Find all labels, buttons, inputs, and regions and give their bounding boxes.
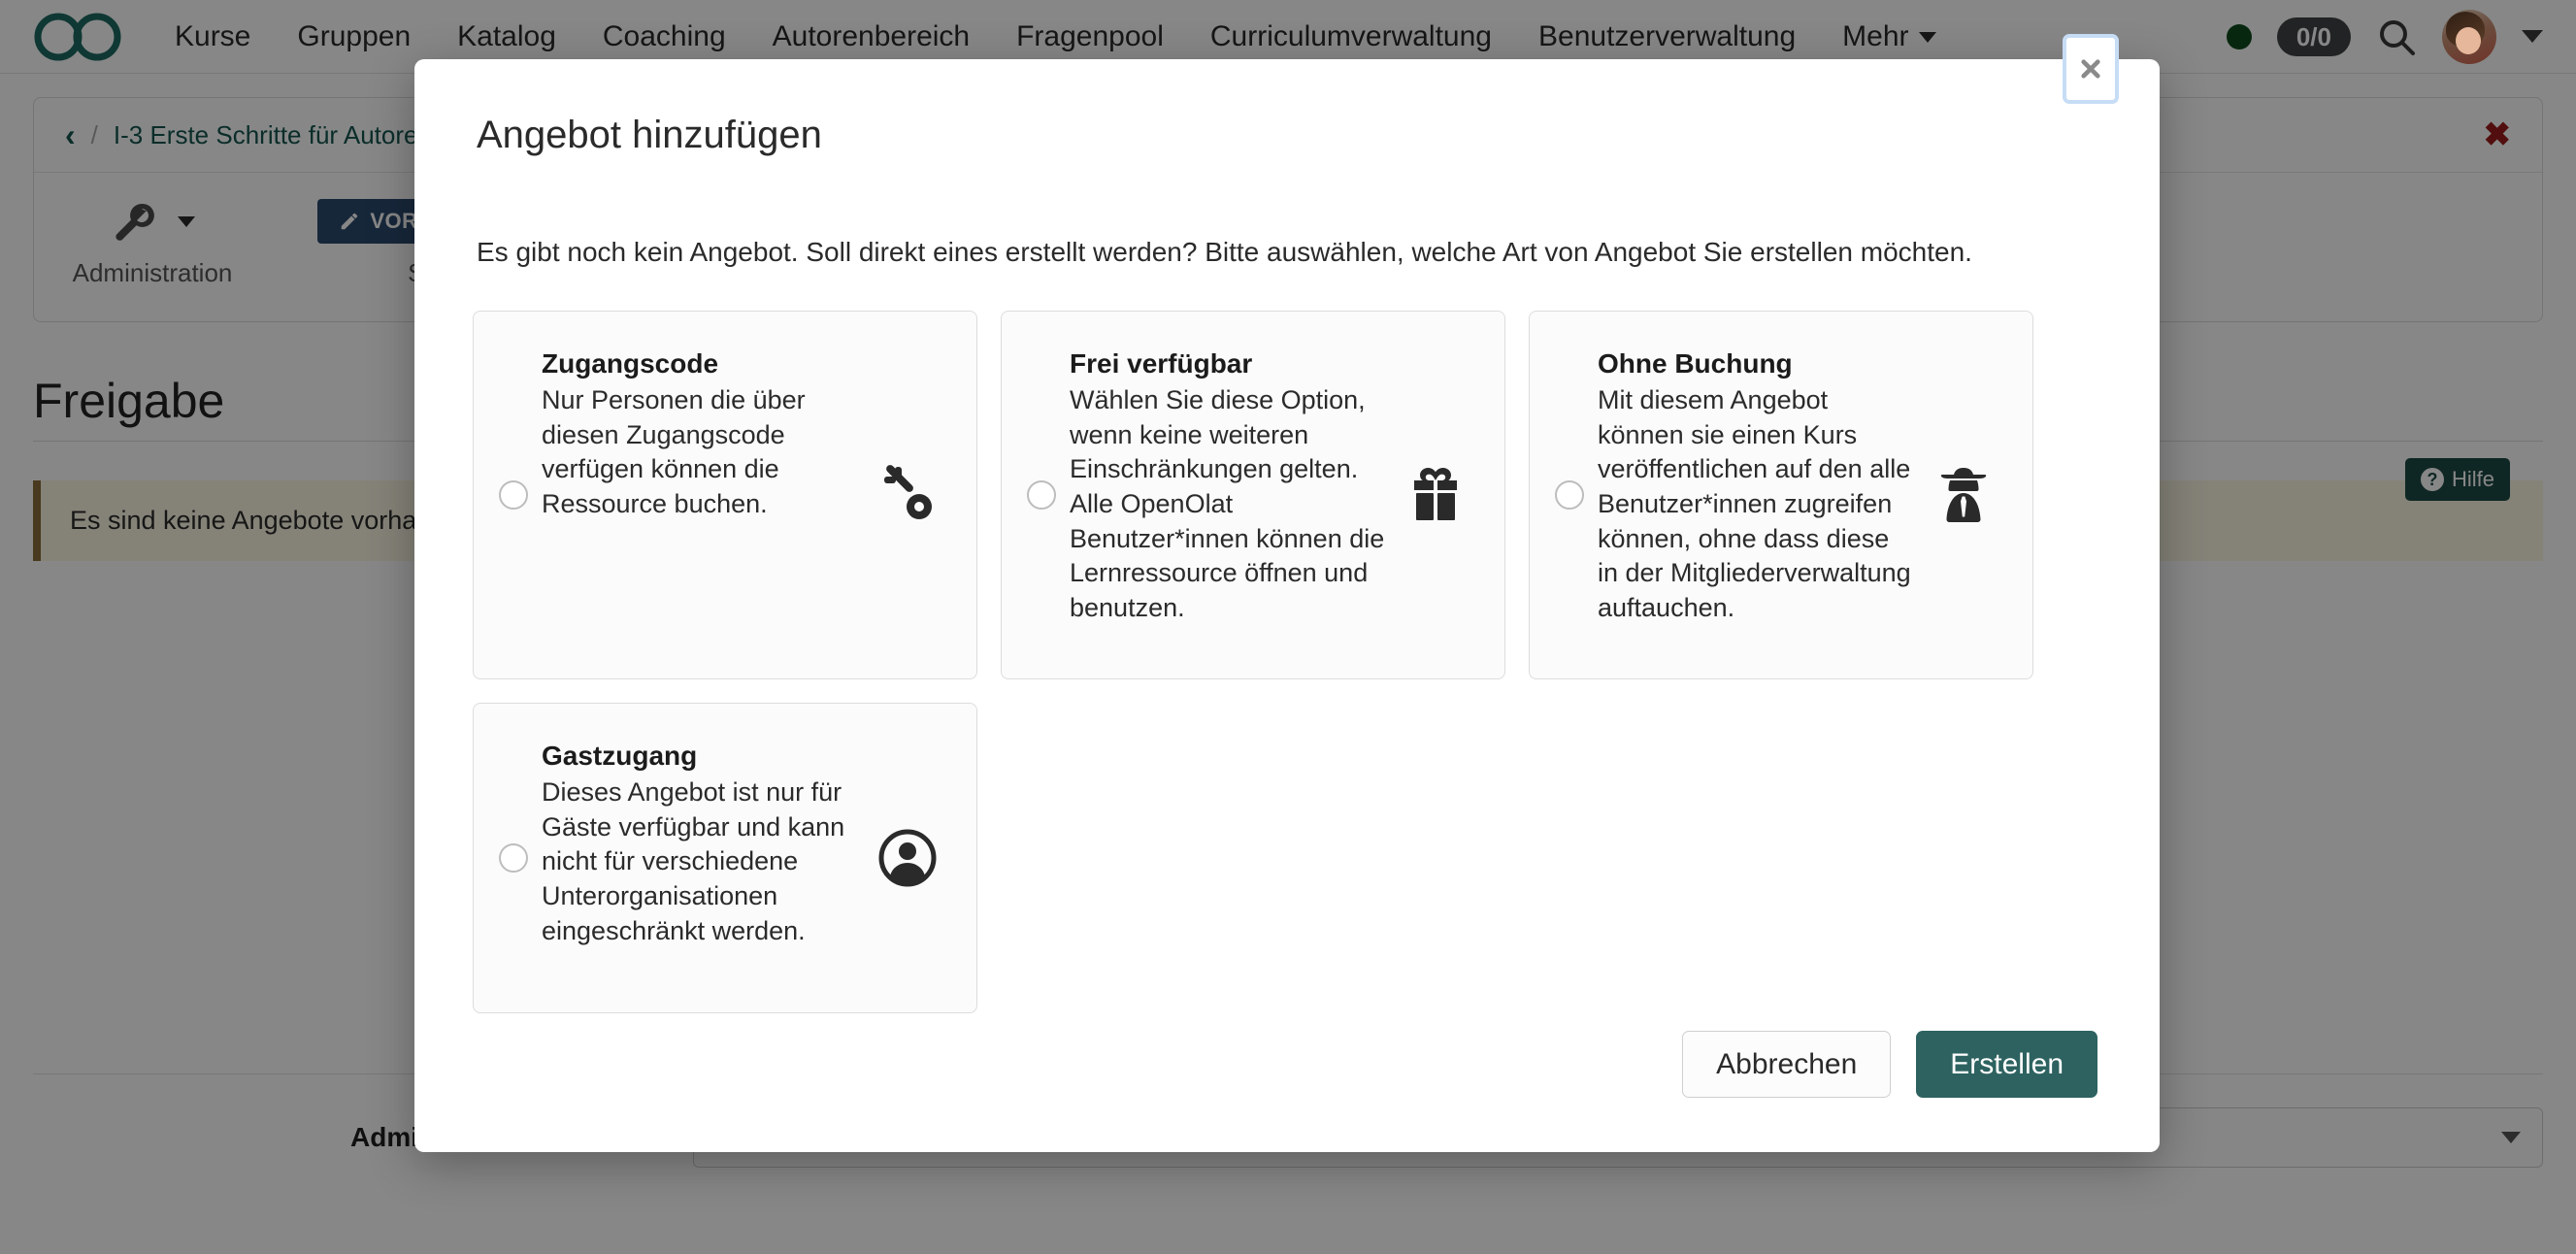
close-icon[interactable] — [2063, 34, 2119, 104]
dialog-title: Angebot hinzufügen — [477, 114, 822, 156]
offer-option-desc: Nur Personen die über diesen Zugangscode… — [542, 385, 806, 518]
dialog-footer: Abbrechen Erstellen — [414, 1030, 2160, 1153]
offer-option-title: Ohne Buchung — [1598, 348, 1793, 379]
offer-option-desc: Dieses Angebot ist nur für Gäste verfügb… — [542, 777, 845, 945]
cancel-button[interactable]: Abbrechen — [1682, 1030, 1892, 1098]
user-circle-icon — [872, 827, 943, 889]
offer-option-ohne-buchung[interactable]: Ohne Buchung Mit diesem Angebot können s… — [1529, 311, 2033, 679]
create-button[interactable]: Erstellen — [1916, 1030, 2097, 1098]
offer-option-title: Zugangscode — [542, 348, 719, 379]
offer-option-text: Ohne Buchung Mit diesem Angebot können s… — [1598, 345, 1914, 625]
add-offer-dialog: Angebot hinzufügen Es gibt noch kein Ang… — [414, 34, 2160, 1153]
radio-gastzugang[interactable] — [499, 843, 528, 873]
dialog-intro-text: Es gibt noch kein Angebot. Soll direkt e… — [477, 237, 1972, 267]
gift-icon — [1400, 464, 1471, 526]
offer-option-text: Zugangscode Nur Personen die über diesen… — [542, 345, 858, 522]
offer-option-gastzugang[interactable]: Gastzugang Dieses Angebot ist nur für Gä… — [473, 703, 977, 1013]
radio-frei-verfuegbar[interactable] — [1027, 480, 1056, 510]
dialog-header: Angebot hinzufügen — [414, 34, 2160, 157]
secret-agent-icon — [1928, 464, 1999, 526]
offer-option-desc: Wählen Sie diese Option, wenn keine weit… — [1070, 385, 1385, 622]
offer-option-title: Gastzugang — [542, 741, 698, 771]
screen: Kurse Gruppen Katalog Coaching Autorenbe… — [0, 0, 2576, 1254]
offer-option-title: Frei verfügbar — [1070, 348, 1253, 379]
offer-option-text: Frei verfügbar Wählen Sie diese Option, … — [1070, 345, 1386, 625]
radio-ohne-buchung[interactable] — [1555, 480, 1584, 510]
radio-zugangscode[interactable] — [499, 480, 528, 510]
offer-option-zugangscode[interactable]: Zugangscode Nur Personen die über diesen… — [473, 311, 977, 679]
key-icon — [872, 464, 943, 526]
offer-option-frei-verfuegbar[interactable]: Frei verfügbar Wählen Sie diese Option, … — [1001, 311, 1505, 679]
offer-option-text: Gastzugang Dieses Angebot ist nur für Gä… — [542, 737, 858, 948]
offer-option-desc: Mit diesem Angebot können sie einen Kurs… — [1598, 385, 1911, 622]
offer-type-options: Zugangscode Nur Personen die über diesen… — [414, 268, 2160, 1013]
